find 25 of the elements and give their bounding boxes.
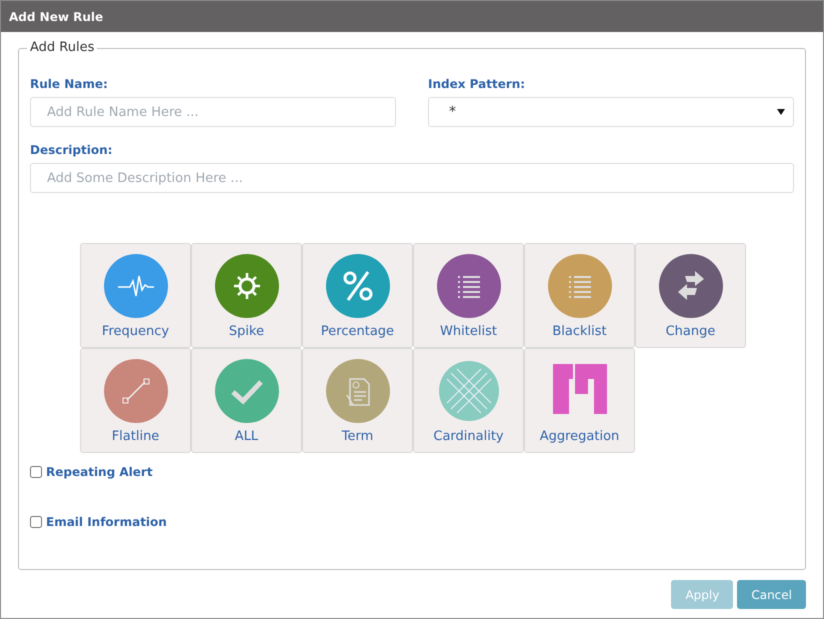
description-field[interactable]: Add Some Description Here ... — [30, 163, 794, 193]
cancel-button[interactable]: Cancel — [737, 580, 806, 609]
rule-type-tile[interactable]: Change — [635, 243, 746, 348]
field-label: Index Pattern: — [428, 76, 526, 93]
rule-type-tile[interactable]: Frequency — [80, 243, 191, 348]
rule-type-tile[interactable]: Spike — [191, 243, 302, 348]
checkbox-label: Repeating Alert — [46, 464, 153, 481]
index-pattern-select[interactable]: * — [428, 97, 794, 127]
rule-type-tile[interactable]: ALL — [191, 348, 302, 453]
field-label: Rule Name: — [30, 76, 109, 93]
caret-icon — [777, 109, 785, 115]
rule-type-tile[interactable]: Blacklist — [524, 243, 635, 348]
checkbox[interactable] — [30, 516, 42, 528]
rule-type-tile[interactable]: Percentage — [302, 243, 413, 348]
checkbox-label: Email Information — [46, 514, 167, 531]
rule-type-tile[interactable]: Term — [302, 348, 413, 453]
field-label: Description: — [30, 142, 114, 159]
rule-type-tile[interactable]: Cardinality — [413, 348, 524, 453]
rule-type-tile[interactable]: Flatline — [80, 348, 191, 453]
checkbox[interactable] — [30, 466, 42, 478]
select-value: * — [449, 102, 456, 122]
rule-type-tile[interactable]: Whitelist — [413, 243, 524, 348]
rule-type-tile[interactable]: Aggregation — [524, 348, 635, 453]
rule-name-field[interactable]: Add Rule Name Here ... — [30, 97, 396, 127]
window-title: Add New Rule — [9, 8, 104, 26]
